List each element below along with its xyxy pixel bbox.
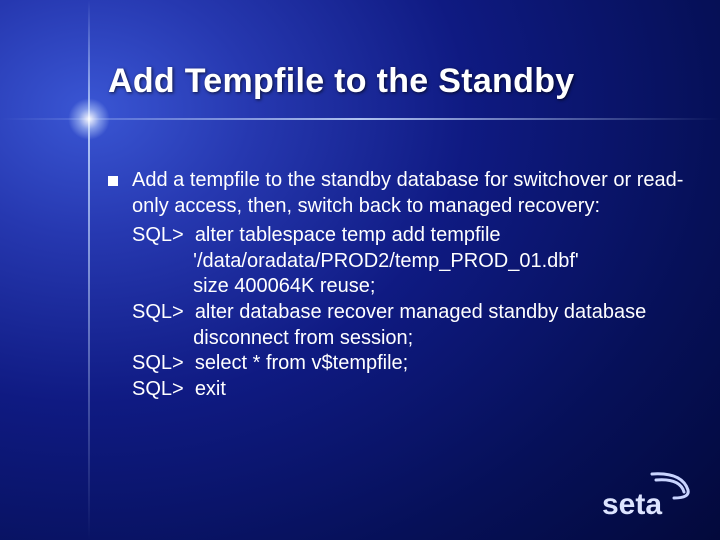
decorative-line-horizontal (0, 118, 720, 120)
slide-title: Add Tempfile to the Standby (108, 62, 690, 101)
bullet-square-icon (108, 176, 118, 186)
slide: Add Tempfile to the Standby Add a tempfi… (0, 0, 720, 540)
decorative-line-vertical (88, 0, 90, 540)
lens-flare-icon (68, 98, 110, 140)
bullet-item: Add a tempfile to the standby database f… (108, 168, 684, 219)
slide-body: Add a tempfile to the standby database f… (108, 168, 684, 402)
seta-logo: seta (600, 468, 696, 522)
logo-text: seta (602, 488, 662, 521)
sql-code-block: SQL> alter tablespace temp add tempfile … (132, 223, 684, 402)
seta-logo-icon: seta (600, 468, 696, 522)
bullet-text: Add a tempfile to the standby database f… (132, 168, 684, 219)
